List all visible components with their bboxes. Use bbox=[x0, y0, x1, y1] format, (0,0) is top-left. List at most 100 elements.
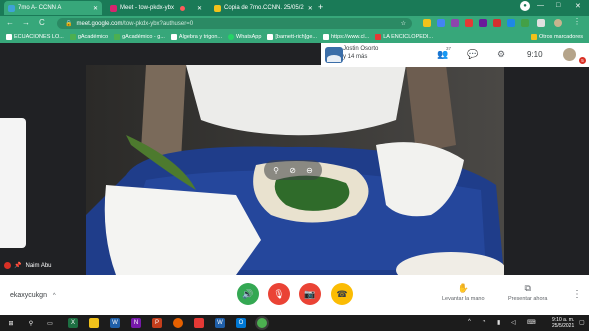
extension-icon[interactable] bbox=[521, 19, 529, 27]
avatar[interactable] bbox=[563, 48, 576, 61]
bookmark-item[interactable]: gAcadémico - g... bbox=[114, 33, 165, 40]
system-clock[interactable]: 9:10 a. m. 25/5/2021 bbox=[552, 317, 574, 329]
bookmark-item[interactable]: [barnett-rich]ge... bbox=[267, 33, 317, 40]
more-options-icon[interactable]: ⋮ bbox=[572, 289, 582, 300]
meet-controls-bar: ekaxycukgn ^ 🔊 🎙 📷 ☎ ✋ Levantar la mano … bbox=[0, 275, 589, 315]
word-icon[interactable]: W bbox=[110, 318, 120, 328]
tile-controls: ⚲ ⊘ ⊖ bbox=[264, 160, 322, 180]
wifi-icon[interactable]: ◔ bbox=[482, 319, 486, 325]
presenter-thumbnail[interactable] bbox=[325, 47, 343, 63]
extension-icon[interactable] bbox=[493, 19, 501, 27]
powerpoint-icon[interactable]: P bbox=[152, 318, 162, 328]
remove-icon[interactable]: ⊖ bbox=[306, 166, 313, 175]
record-icon: ● bbox=[520, 1, 530, 11]
maximize-button[interactable]: □ bbox=[556, 2, 560, 9]
onenote-icon[interactable]: N bbox=[131, 318, 141, 328]
phone-hangup-icon: ☎ bbox=[336, 288, 348, 299]
bookmark-label: gAcadémico bbox=[77, 33, 109, 40]
bookmark-icon bbox=[170, 33, 177, 40]
excel-icon[interactable]: X bbox=[68, 318, 78, 328]
bookmark-label: ECUACIONES LO... bbox=[14, 33, 64, 40]
task-view-icon[interactable]: ▭ bbox=[45, 318, 55, 328]
extension-icon[interactable] bbox=[479, 19, 487, 27]
meeting-details[interactable]: ekaxycukgn ^ bbox=[10, 292, 56, 299]
bookmark-item[interactable]: WhatsApp bbox=[228, 33, 261, 40]
chevron-up-icon[interactable]: ^ bbox=[468, 319, 471, 325]
pin-icon: 📌 bbox=[14, 263, 22, 269]
tab-classroom[interactable]: 7mo A- CCNN A ✕ bbox=[4, 1, 102, 15]
bookmark-label: [barnett-rich]ge... bbox=[275, 33, 317, 40]
screen: 7mo A- CCNN A ✕ Meet - tow-pkdx-ybx ✕ Co… bbox=[0, 0, 589, 331]
new-tab-button[interactable]: + bbox=[318, 2, 323, 12]
firefox-icon[interactable] bbox=[173, 318, 183, 328]
raise-hand-button[interactable]: ✋ Levantar la mano bbox=[442, 283, 485, 302]
menu-kebab-icon[interactable]: ⋮ bbox=[573, 17, 581, 26]
tab-title: Meet - tow-pkdx-ybx bbox=[120, 5, 175, 11]
search-icon[interactable]: ⚲ bbox=[26, 318, 36, 328]
close-icon[interactable]: ✕ bbox=[193, 5, 202, 12]
mic-button[interactable]: 🎙 bbox=[268, 283, 290, 305]
file-explorer-icon[interactable] bbox=[89, 318, 99, 328]
other-bookmarks[interactable]: Otros marcadores bbox=[530, 33, 583, 40]
present-now-button[interactable]: ⧉ Presentar ahora bbox=[508, 283, 547, 302]
tab-meet[interactable]: Meet - tow-pkdx-ybx ✕ bbox=[106, 1, 206, 15]
pin-icon[interactable]: ⚲ bbox=[273, 166, 279, 175]
keyboard-icon[interactable]: ⌨ bbox=[527, 319, 536, 326]
minimize-button[interactable]: — bbox=[537, 2, 544, 9]
notifications-icon[interactable]: ▢ bbox=[579, 319, 585, 326]
chrome-icon[interactable] bbox=[257, 318, 267, 328]
meeting-time: 9:10 bbox=[527, 50, 543, 59]
recording-indicator-icon bbox=[180, 5, 186, 11]
back-button[interactable]: ← bbox=[6, 18, 14, 27]
puzzle-icon[interactable] bbox=[537, 19, 545, 27]
participant-label: 📌 Naim Abu bbox=[4, 262, 52, 269]
bookmark-label: Algebra y trigon... bbox=[178, 33, 223, 40]
bookmark-icon bbox=[322, 33, 329, 40]
chat-icon[interactable]: 💬 bbox=[467, 49, 478, 60]
other-bookmarks-label: Otros marcadores bbox=[538, 33, 583, 40]
app-icon[interactable] bbox=[194, 318, 204, 328]
presenter-names: Jostin Osorto y 14 más bbox=[343, 45, 378, 61]
extension-icon[interactable] bbox=[507, 19, 515, 27]
teams-icon[interactable]: O bbox=[236, 318, 246, 328]
close-icon[interactable]: ✕ bbox=[89, 5, 98, 12]
present-icon: ⧉ bbox=[524, 283, 531, 293]
folder-icon bbox=[530, 33, 537, 40]
tab-title: 7mo A- CCNN A bbox=[18, 5, 62, 11]
bookmark-star-icon[interactable]: ☆ bbox=[401, 20, 406, 27]
lock-icon: 🔒 bbox=[65, 21, 73, 27]
tab-docs[interactable]: Copia de 7mo.CCNN. 25/05/2 ✕ bbox=[210, 1, 314, 15]
address-bar[interactable]: 🔒 meet.google.com /tow-pkdx-ybx?authuser… bbox=[57, 18, 412, 29]
extension-icon[interactable] bbox=[423, 19, 431, 27]
extension-icon[interactable] bbox=[465, 19, 473, 27]
bookmark-item[interactable]: LA ENCICLOPEDI... bbox=[375, 33, 433, 40]
bookmark-item[interactable]: Algebra y trigon... bbox=[170, 33, 223, 40]
camera-button[interactable]: 📷 bbox=[299, 283, 321, 305]
bookmark-item[interactable]: ECUACIONES LO... bbox=[6, 33, 64, 40]
taskbar: ⊞ ⚲ ▭ X W N P W O ^ ◔ ▮ ◁ ⌨ 9:10 a. m. 2… bbox=[0, 315, 589, 331]
extension-icon[interactable] bbox=[437, 19, 445, 27]
bookmarks-bar: ECUACIONES LO... gAcadémico gAcadémico -… bbox=[0, 30, 589, 43]
windows-start-icon[interactable]: ⊞ bbox=[6, 318, 16, 328]
volume-icon[interactable]: ◁ bbox=[511, 319, 516, 326]
bookmark-item[interactable]: https://www.cl... bbox=[322, 33, 369, 40]
camera-off-icon: 📷 bbox=[304, 288, 316, 299]
mic-off-icon bbox=[4, 262, 11, 269]
activities-icon[interactable]: ⚙ bbox=[497, 49, 505, 60]
bookmark-label: gAcadémico - g... bbox=[122, 33, 165, 40]
leave-call-button[interactable]: ☎ bbox=[331, 283, 353, 305]
bookmark-item[interactable]: gAcadémico bbox=[69, 33, 109, 40]
forward-button[interactable]: → bbox=[22, 18, 30, 27]
meet-stage: Jostin Osorto y 14 más 👥 37 💬 ⚙ 9:10 5 ⚲… bbox=[0, 43, 589, 275]
battery-icon[interactable]: ▮ bbox=[497, 319, 500, 326]
bookmark-icon bbox=[114, 33, 121, 40]
profile-avatar[interactable] bbox=[554, 19, 562, 27]
mute-icon[interactable]: ⊘ bbox=[289, 166, 296, 175]
extension-icon[interactable] bbox=[451, 19, 459, 27]
close-icon[interactable]: ✕ bbox=[304, 5, 313, 12]
bookmark-icon bbox=[6, 33, 12, 40]
word-icon[interactable]: W bbox=[215, 318, 225, 328]
close-window-button[interactable]: ✕ bbox=[575, 2, 581, 10]
audio-button[interactable]: 🔊 bbox=[237, 283, 259, 305]
reload-button[interactable]: C bbox=[39, 18, 45, 27]
